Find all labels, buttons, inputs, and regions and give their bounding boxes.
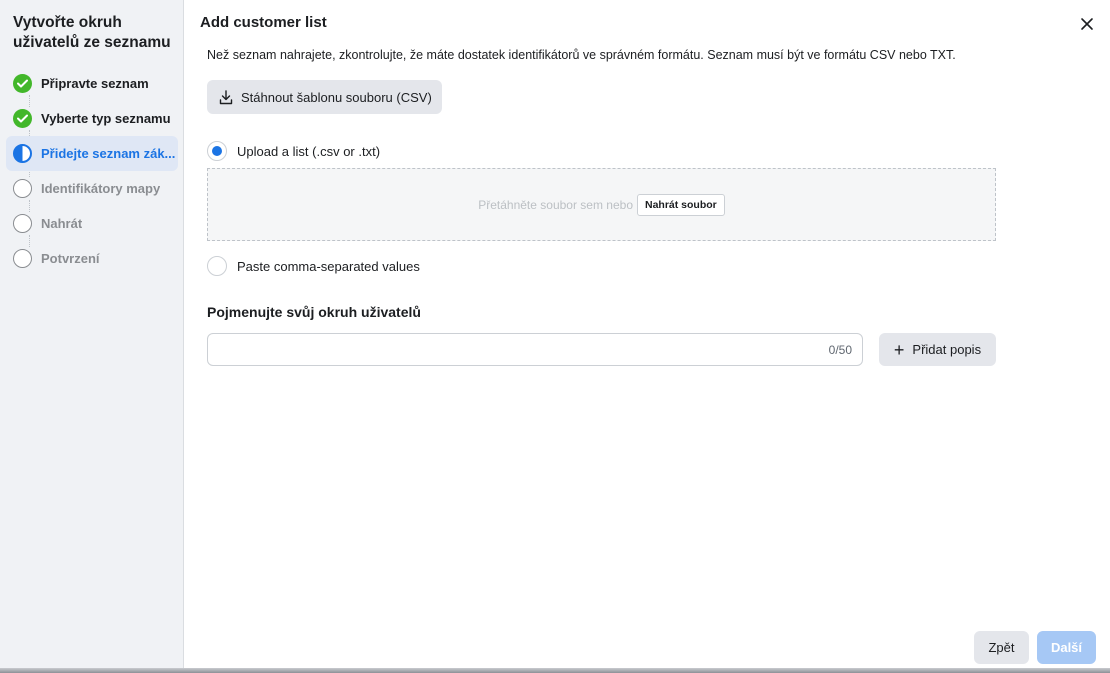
instructions-text: Než seznam nahrajete, zkontrolujte, že m… — [207, 48, 956, 62]
step-list-type[interactable]: Vyberte typ seznamu — [6, 101, 178, 136]
back-button[interactable]: Zpět — [974, 631, 1029, 664]
sidebar-title: Vytvořte okruh uživatelů ze seznamu — [13, 14, 171, 51]
empty-circle-icon — [13, 179, 32, 198]
download-icon — [219, 89, 233, 104]
step-label: Nahrát — [41, 216, 83, 231]
app-frame: Vytvořte okruh uživatelů ze seznamu Přip… — [0, 0, 1110, 673]
audience-name-title: Pojmenujte svůj okruh uživatelů — [207, 304, 421, 320]
download-template-label: Stáhnout šablonu souboru (CSV) — [241, 89, 432, 105]
steps-list: Připravte seznam Vyberte typ seznamu Při… — [6, 66, 178, 276]
character-counter: 0/50 — [828, 343, 852, 357]
modal-content: Add customer list Než seznam nahrajete, … — [185, 0, 1110, 673]
step-label: Identifikátory mapy — [41, 181, 161, 196]
audience-name-input[interactable] — [216, 338, 796, 362]
step-map-identifiers: Identifikátory mapy — [6, 171, 178, 206]
step-confirm: Potvrzení — [6, 241, 178, 276]
upload-list-label: Upload a list (.csv or .txt) — [237, 143, 381, 159]
step-upload: Nahrát — [6, 206, 178, 241]
window-bottom-edge — [0, 668, 1110, 673]
steps-sidebar: Vytvořte okruh uživatelů ze seznamu Přip… — [0, 0, 184, 673]
add-description-button[interactable]: + Přidat popis — [879, 333, 996, 366]
next-button[interactable]: Další — [1037, 631, 1096, 664]
close-button[interactable] — [1076, 13, 1098, 35]
file-dropzone[interactable]: Přetáhněte soubor sem nebo Nahrát soubor — [207, 168, 996, 241]
check-circle-icon — [13, 109, 32, 128]
check-circle-icon — [13, 74, 32, 93]
upload-file-button[interactable]: Nahrát soubor — [637, 193, 725, 216]
step-label: Vyberte typ seznamu — [41, 111, 171, 126]
radio-selected[interactable] — [207, 141, 227, 161]
step-label: Potvrzení — [41, 251, 100, 266]
step-label: Připravte seznam — [41, 76, 149, 91]
upload-list-option[interactable]: Upload a list (.csv or .txt) — [207, 141, 380, 161]
paste-values-option[interactable]: Paste comma-separated values — [207, 256, 420, 276]
audience-name-field[interactable]: 0/50 — [207, 333, 863, 366]
half-circle-icon — [13, 144, 32, 163]
download-template-button[interactable]: Stáhnout šablonu souboru (CSV) — [207, 80, 442, 114]
step-add-list[interactable]: Přidejte seznam zák... — [6, 136, 178, 171]
dropzone-text: Přetáhněte soubor sem nebo — [478, 197, 633, 212]
plus-icon: + — [893, 339, 905, 360]
empty-circle-icon — [13, 214, 32, 233]
paste-values-label: Paste comma-separated values — [237, 258, 420, 274]
step-label: Přidejte seznam zák... — [41, 146, 176, 161]
add-description-label: Přidat popis — [912, 342, 982, 357]
empty-circle-icon — [13, 249, 32, 268]
modal-title: Add customer list — [200, 14, 327, 31]
step-prepare-list[interactable]: Připravte seznam — [6, 66, 178, 101]
close-icon — [1081, 18, 1093, 30]
radio-unselected[interactable] — [207, 256, 227, 276]
